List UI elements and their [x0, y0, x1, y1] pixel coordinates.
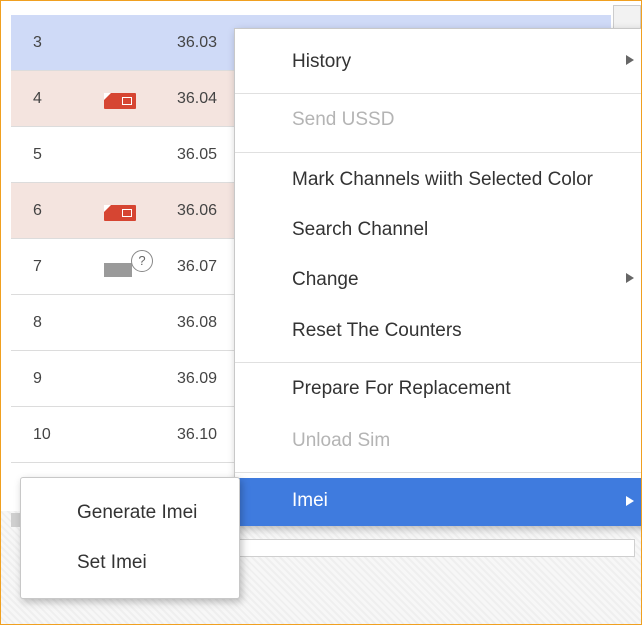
menu-item-label: Change	[292, 269, 359, 290]
row-value: 36.06	[177, 202, 218, 219]
submenu-arrow-icon	[626, 273, 634, 283]
row-value: 36.04	[177, 90, 218, 107]
menu-item-imei[interactable]: Imei	[235, 478, 641, 526]
row-number: 3	[33, 34, 42, 51]
menu-separator	[235, 472, 641, 473]
menu-item-label: Unload Sim	[292, 430, 391, 451]
row-number: 10	[33, 426, 51, 443]
menu-separator	[235, 152, 641, 153]
row-value: 36.09	[177, 370, 218, 387]
imei-submenu: Generate Imei Set Imei	[20, 477, 240, 599]
question-badge-icon: ?	[131, 250, 153, 272]
row-value: 36.03	[177, 34, 218, 51]
row-number: 4	[33, 90, 42, 107]
sim-card-red-icon	[104, 89, 138, 111]
horizontal-scrollbar[interactable]	[201, 539, 635, 557]
row-value: 36.10	[177, 426, 218, 443]
menu-item-change[interactable]: Change	[235, 260, 641, 300]
menu-separator	[235, 362, 641, 363]
menu-separator	[235, 93, 641, 94]
context-menu: History Send USSD Mark Channels wiith Se…	[234, 28, 641, 526]
app-frame: 3 36.03 4 36.04 5 36.05 6 36.06 7 ? 36.0…	[0, 0, 642, 625]
sim-card-red-icon	[104, 201, 138, 223]
menu-item-label: Prepare For Replacement	[292, 378, 511, 399]
menu-item-prepare-replacement[interactable]: Prepare For Replacement	[235, 369, 641, 409]
menu-item-unload-sim: Unload Sim	[235, 421, 641, 461]
submenu-arrow-icon	[626, 496, 634, 506]
row-number: 5	[33, 146, 42, 163]
row-number: 9	[33, 370, 42, 387]
submenu-arrow-icon	[626, 55, 634, 65]
sim-card-unknown-icon: ?	[104, 250, 153, 279]
menu-item-label: History	[292, 51, 352, 72]
menu-item-generate-imei[interactable]: Generate Imei	[21, 492, 239, 532]
row-number: 6	[33, 202, 42, 219]
menu-item-reset-counters[interactable]: Reset The Counters	[235, 311, 641, 351]
menu-item-label: Send USSD	[292, 109, 395, 130]
menu-item-search-channel[interactable]: Search Channel	[235, 210, 641, 250]
row-number: 7	[33, 258, 42, 275]
menu-item-label: Mark Channels wiith Selected Color	[292, 169, 593, 190]
menu-item-label: Generate Imei	[77, 502, 198, 523]
menu-item-label: Search Channel	[292, 219, 429, 240]
menu-item-send-ussd: Send USSD	[235, 100, 641, 140]
menu-item-mark-channels[interactable]: Mark Channels wiith Selected Color	[235, 160, 641, 200]
row-value: 36.05	[177, 146, 218, 163]
menu-item-label: Set Imei	[77, 552, 147, 573]
menu-item-label: Imei	[292, 490, 328, 511]
row-number: 8	[33, 314, 42, 331]
menu-item-set-imei[interactable]: Set Imei	[21, 542, 239, 582]
row-value: 36.08	[177, 314, 218, 331]
row-value: 36.07	[177, 258, 218, 275]
menu-item-label: Reset The Counters	[292, 320, 462, 341]
menu-item-history[interactable]: History	[235, 42, 641, 82]
